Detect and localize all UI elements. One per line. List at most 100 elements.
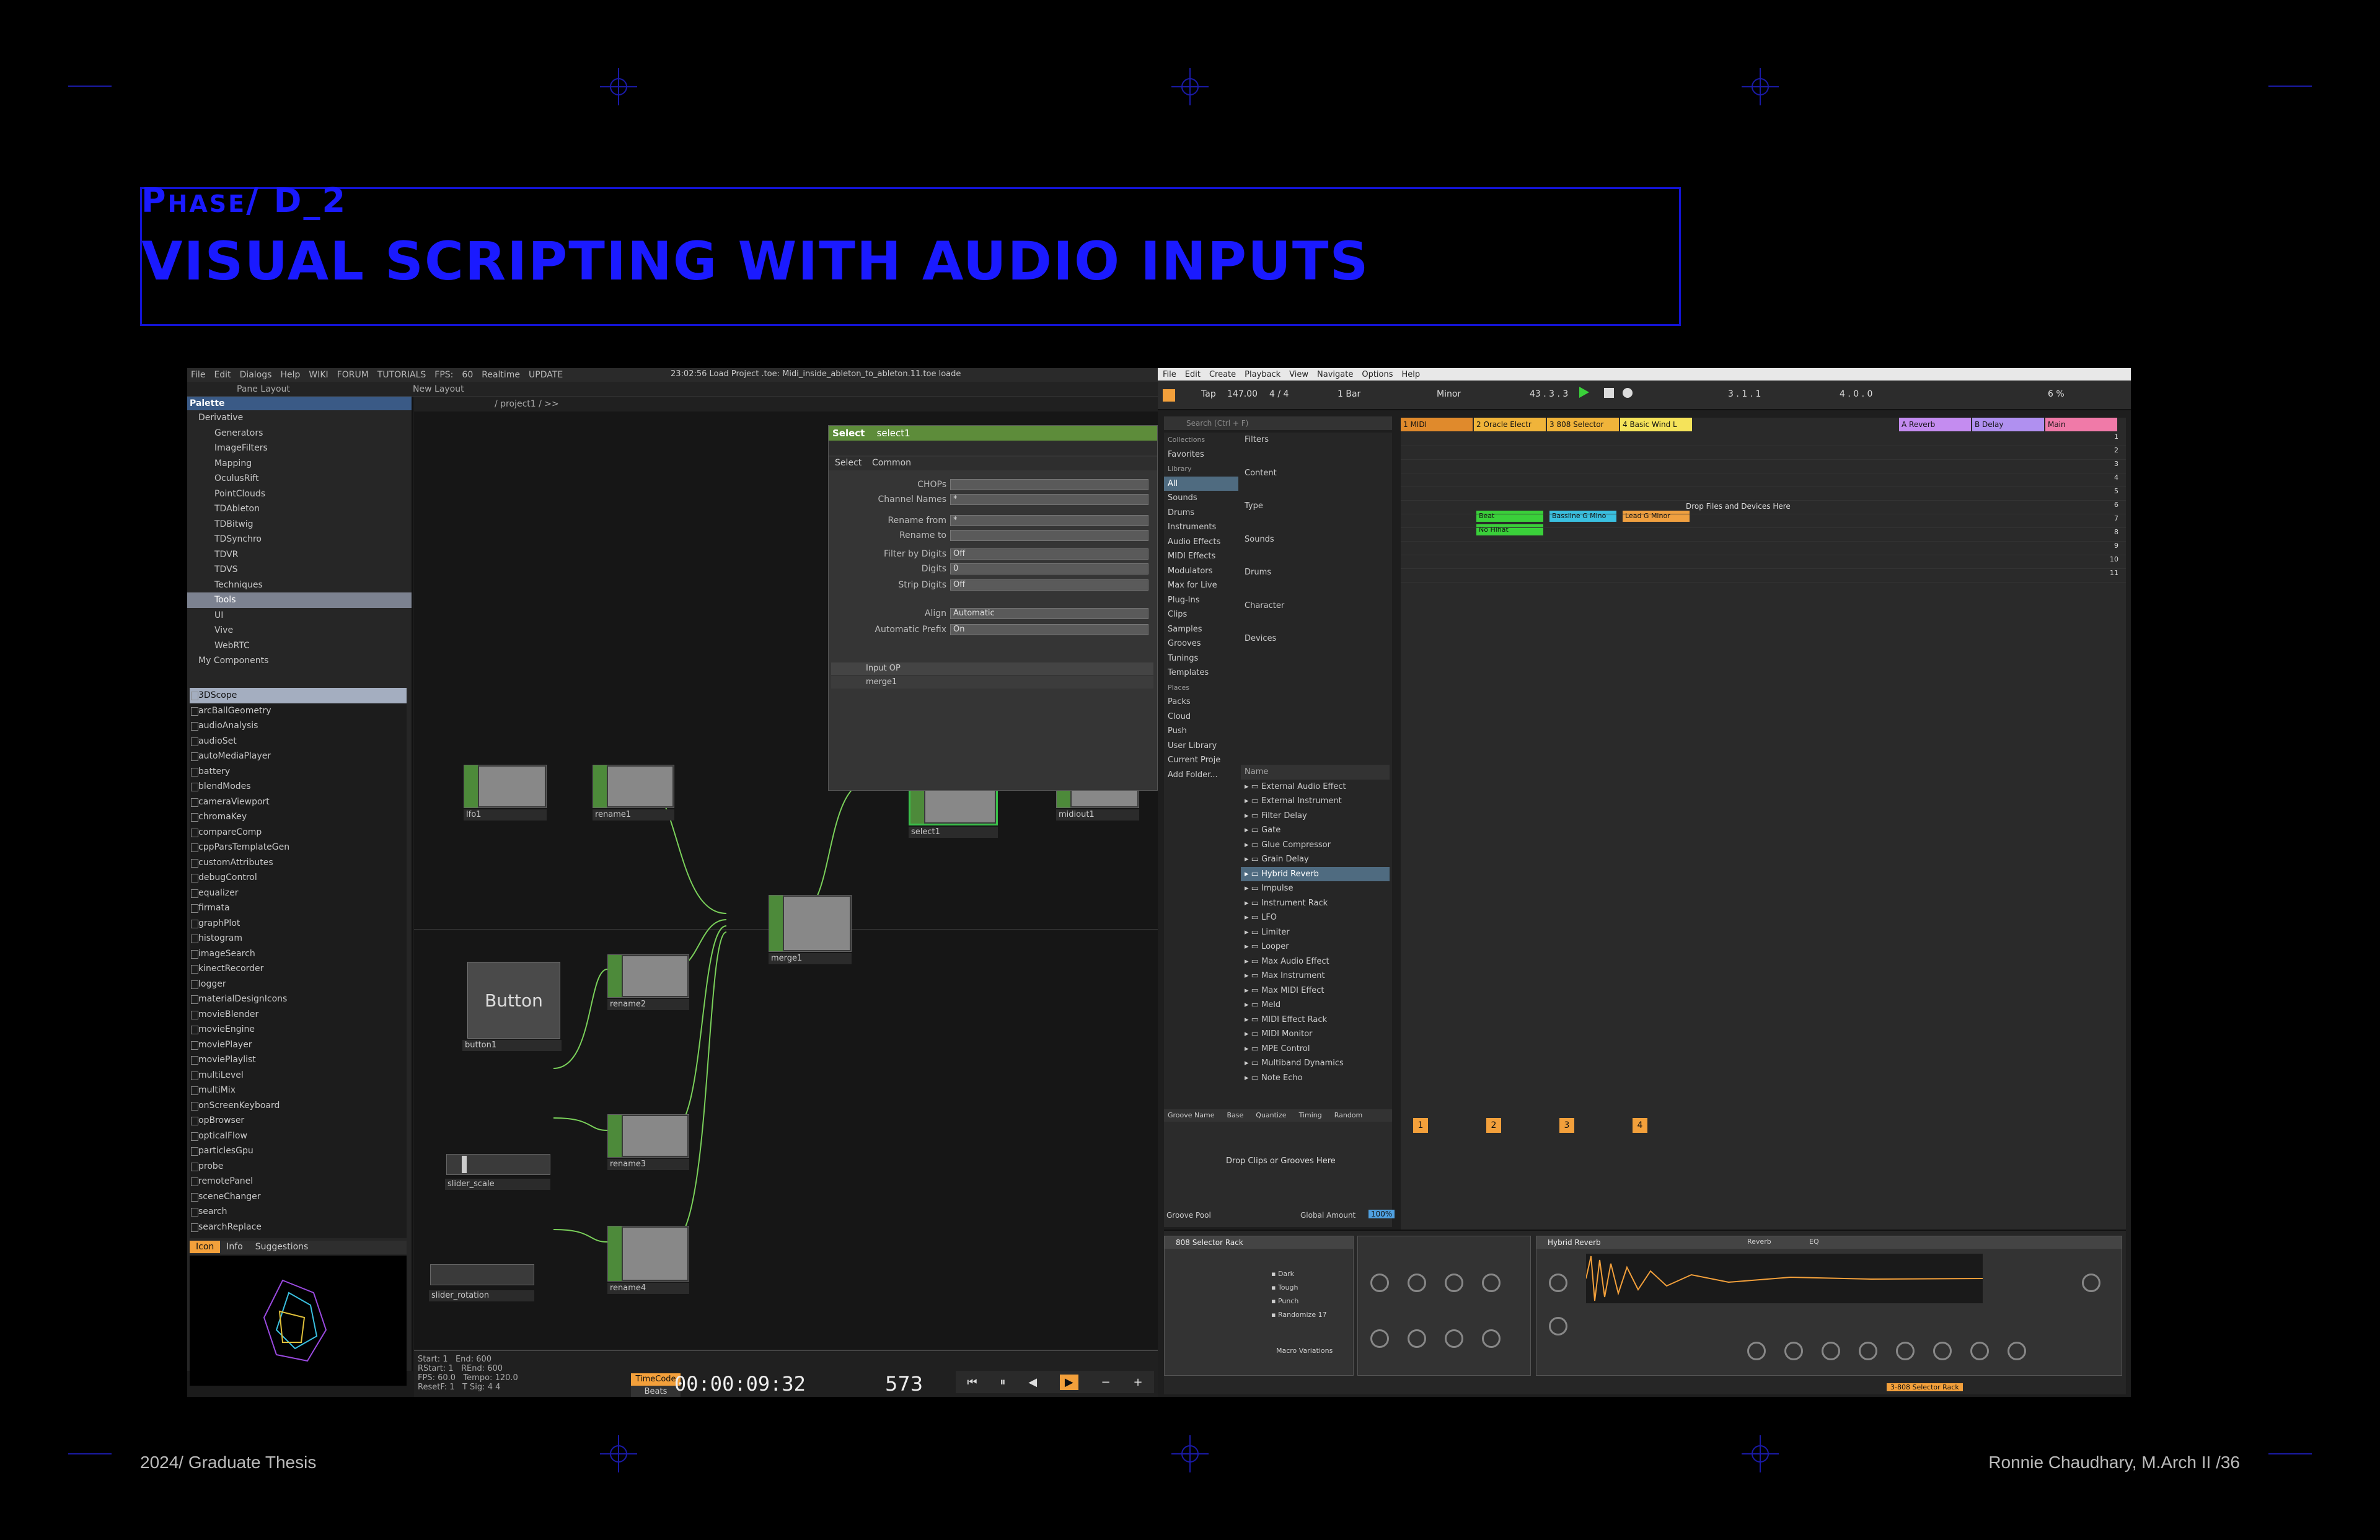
param-field[interactable]: Off [950, 548, 1148, 560]
menu-item-realtime[interactable]: Realtime [482, 370, 520, 380]
menu-item-playback[interactable]: Playback [1245, 370, 1280, 379]
menu-item-options[interactable]: Options [1362, 370, 1393, 379]
browser-item[interactable]: User Library [1164, 739, 1238, 754]
palette-op-item[interactable]: search [190, 1204, 407, 1220]
browser-item[interactable]: Clips [1164, 607, 1238, 622]
filter-item[interactable]: Character [1241, 599, 1390, 614]
palette-tree-item[interactable]: TDVS [187, 562, 412, 578]
track-header[interactable]: 3 808 Selector [1547, 418, 1619, 431]
menu-item-update[interactable]: UPDATE [529, 370, 563, 380]
knob-icon[interactable] [1445, 1329, 1463, 1348]
palette-tree-item[interactable]: ImageFilters [187, 441, 412, 456]
palette-tree-item[interactable]: TDSynchro [187, 532, 412, 547]
palette-op-item[interactable]: autoMediaPlayer [190, 749, 407, 764]
global-amount-value[interactable]: 100% [1368, 1210, 1395, 1218]
quantize-select[interactable]: 1 Bar [1338, 389, 1360, 399]
menu-item-dialogs[interactable]: Dialogs [240, 370, 272, 380]
palette-op-item[interactable]: onScreenKeyboard [190, 1098, 407, 1114]
tempo-field[interactable]: 147.00 [1227, 389, 1258, 399]
new-layout-tab[interactable]: New Layout [413, 384, 464, 394]
button1-widget[interactable]: Button [467, 962, 560, 1039]
slider-rotation-widget[interactable] [430, 1264, 534, 1285]
browser-result-item[interactable]: ▸ ▭ Max MIDI Effect [1241, 983, 1390, 998]
menu-item-view[interactable]: View [1289, 370, 1308, 379]
slider-scale-widget[interactable] [446, 1154, 550, 1175]
palette-op-item[interactable]: materialDesignIcons [190, 992, 407, 1007]
pause-icon[interactable]: ⏸ [1000, 1376, 1005, 1389]
browser-item[interactable]: Current Proje [1164, 753, 1238, 768]
browser-result-item[interactable]: ▸ ▭ Instrument Rack [1241, 896, 1390, 911]
palette-op-item[interactable]: battery [190, 764, 407, 780]
filter-item[interactable]: Content [1241, 466, 1390, 481]
palette-op-item[interactable]: debugControl [190, 870, 407, 886]
knob-icon[interactable] [1859, 1342, 1877, 1360]
knob-icon[interactable] [1896, 1342, 1915, 1360]
palette-op-item[interactable]: arcBallGeometry [190, 703, 407, 719]
browser-item[interactable]: Modulators [1164, 564, 1238, 579]
return-track-header[interactable]: Main [2045, 418, 2117, 431]
palette-tree-item[interactable]: Generators [187, 426, 412, 441]
browser-result-item[interactable]: ▸ ▭ Filter Delay [1241, 809, 1390, 824]
browser-item[interactable]: Max for Live [1164, 578, 1238, 593]
node-rename3[interactable] [607, 1114, 689, 1158]
knob-icon[interactable] [1445, 1274, 1463, 1292]
palette-op-item[interactable]: opBrowser [190, 1113, 407, 1129]
palette-op-item[interactable]: cameraViewport [190, 794, 407, 810]
browser-item[interactable]: Grooves [1164, 636, 1238, 651]
palette-op-item[interactable]: kinectRecorder [190, 961, 407, 977]
param-field[interactable] [950, 479, 1148, 490]
scale-select[interactable]: Minor [1437, 389, 1461, 399]
menu-item-file[interactable]: File [191, 370, 205, 380]
knob-icon[interactable] [1482, 1329, 1501, 1348]
browser-item[interactable]: Drums [1164, 506, 1238, 521]
browser-item[interactable]: MIDI Effects [1164, 549, 1238, 564]
track-number[interactable]: 3 [1559, 1118, 1574, 1133]
menu-item-help[interactable]: Help [1402, 370, 1421, 379]
palette-tree-item[interactable]: Mapping [187, 456, 412, 472]
browser-item[interactable]: Add Folder... [1164, 768, 1238, 783]
track-header[interactable]: 2 Oracle Electr [1474, 418, 1546, 431]
browser-result-item[interactable]: ▸ ▭ Meld [1241, 998, 1390, 1013]
palette-op-item[interactable]: logger [190, 977, 407, 992]
time-signature[interactable]: 4 / 4 [1269, 389, 1289, 399]
palette-op-item[interactable]: compareComp [190, 825, 407, 840]
tab-common[interactable]: Common [872, 458, 911, 468]
rack-preset-item[interactable]: ▪ Tough [1271, 1281, 1333, 1295]
song-position[interactable]: 43 . 3 . 3 [1530, 389, 1568, 399]
palette-op-item[interactable]: audioAnalysis [190, 718, 407, 734]
palette-op-item[interactable]: 3DScope [190, 688, 407, 703]
palette-tab[interactable]: Icon [190, 1241, 221, 1253]
knob-icon[interactable] [1408, 1329, 1426, 1348]
filter-item[interactable]: Filters [1241, 433, 1390, 447]
node-merge1[interactable] [769, 895, 852, 952]
menu-item-file[interactable]: File [1163, 370, 1176, 379]
knob-icon[interactable] [1822, 1342, 1840, 1360]
return-track-header[interactable]: B Delay [1972, 418, 2044, 431]
browser-result-item[interactable]: ▸ ▭ Max Audio Effect [1241, 954, 1390, 969]
input-op-field[interactable]: merge1 [831, 676, 1153, 689]
palette-op-item[interactable]: multiLevel [190, 1068, 407, 1083]
palette-tree-item[interactable]: OculusRift [187, 471, 412, 486]
browser-item[interactable]: Packs [1164, 695, 1238, 710]
browser-item[interactable]: Sounds [1164, 491, 1238, 506]
browser-search-input[interactable]: Search (Ctrl + F) [1164, 416, 1392, 430]
browser-result-item[interactable]: ▸ ▭ Gate [1241, 823, 1390, 838]
browser-item[interactable]: Favorites [1164, 447, 1238, 462]
loop-start[interactable]: 3 . 1 . 1 [1728, 389, 1761, 399]
menu-item-forum[interactable]: FORUM [337, 370, 369, 380]
palette-op-item[interactable]: moviePlayer [190, 1037, 407, 1053]
palette-op-item[interactable]: histogram [190, 931, 407, 946]
browser-result-item[interactable]: ▸ ▭ LFO [1241, 910, 1390, 925]
menu-item-tutorials[interactable]: TUTORIALS [377, 370, 426, 380]
play-icon[interactable]: ▶ [1059, 1374, 1078, 1390]
menu-item-edit[interactable]: Edit [1185, 370, 1201, 379]
palette-op-item[interactable]: remotePanel [190, 1174, 407, 1189]
node-rename2[interactable] [607, 954, 689, 998]
palette-tree-item[interactable]: Vive [187, 623, 412, 638]
menu-item-navigate[interactable]: Navigate [1317, 370, 1353, 379]
track-header[interactable]: 4 Basic Wind L [1620, 418, 1692, 431]
browser-item[interactable]: Instruments [1164, 520, 1238, 535]
filter-item[interactable]: Type [1241, 499, 1390, 514]
knob-icon[interactable] [2008, 1342, 2026, 1360]
browser-item[interactable]: Templates [1164, 666, 1238, 680]
